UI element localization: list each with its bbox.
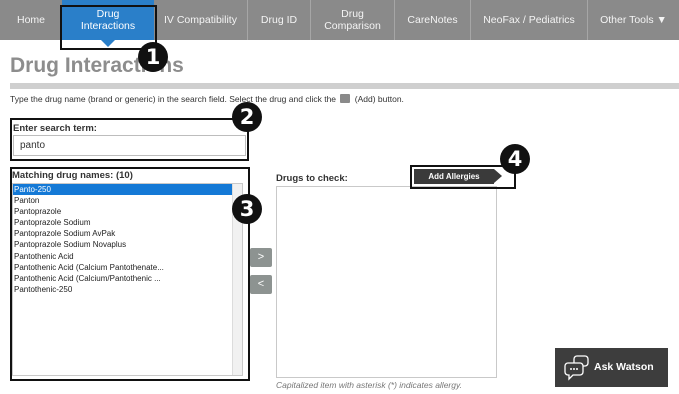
callout-badge-2: 2 [232, 102, 262, 132]
add-drug-button[interactable]: > [250, 248, 272, 267]
tab-other-tools[interactable]: Other Tools ▼ [587, 0, 679, 40]
drugs-to-check-list[interactable] [276, 186, 497, 378]
callout-box-search [10, 118, 249, 161]
chat-bubble-icon [564, 355, 589, 381]
instruction-text-before: Type the drug name (brand or generic) in… [10, 94, 337, 104]
tab-home[interactable]: Home [0, 0, 62, 40]
ask-watson-label: Ask Watson [594, 361, 654, 373]
tab-drug-id[interactable]: Drug ID [247, 0, 310, 40]
tab-drug-comparison[interactable]: Drug Comparison [310, 0, 394, 40]
callout-badge-3: 3 [232, 194, 262, 224]
callout-badge-4: 4 [500, 144, 530, 174]
drugs-to-check-label: Drugs to check: [276, 173, 348, 184]
remove-drug-button[interactable]: < [250, 275, 272, 294]
title-divider [10, 83, 679, 89]
instruction-text-after: (Add) button. [354, 94, 404, 104]
instruction-text: Type the drug name (brand or generic) in… [10, 94, 404, 104]
callout-box-drug-interactions [60, 5, 157, 50]
tab-neofax-pediatrics[interactable]: NeoFax / Pediatrics [470, 0, 587, 40]
ask-watson-button[interactable]: Ask Watson [555, 348, 668, 387]
allergy-note: Capitalized item with asterisk (*) indic… [276, 380, 462, 390]
callout-badge-1: 1 [138, 42, 168, 72]
add-icon [340, 94, 351, 103]
callout-box-add-allergies [410, 165, 516, 189]
tab-iv-compatibility[interactable]: IV Compatibility [154, 0, 247, 40]
callout-box-matching-list [10, 167, 250, 381]
tab-drug-comparison-line1: Drug [341, 8, 364, 20]
tab-carenotes[interactable]: CareNotes [394, 0, 470, 40]
tab-drug-comparison-line2: Comparison [324, 20, 381, 32]
